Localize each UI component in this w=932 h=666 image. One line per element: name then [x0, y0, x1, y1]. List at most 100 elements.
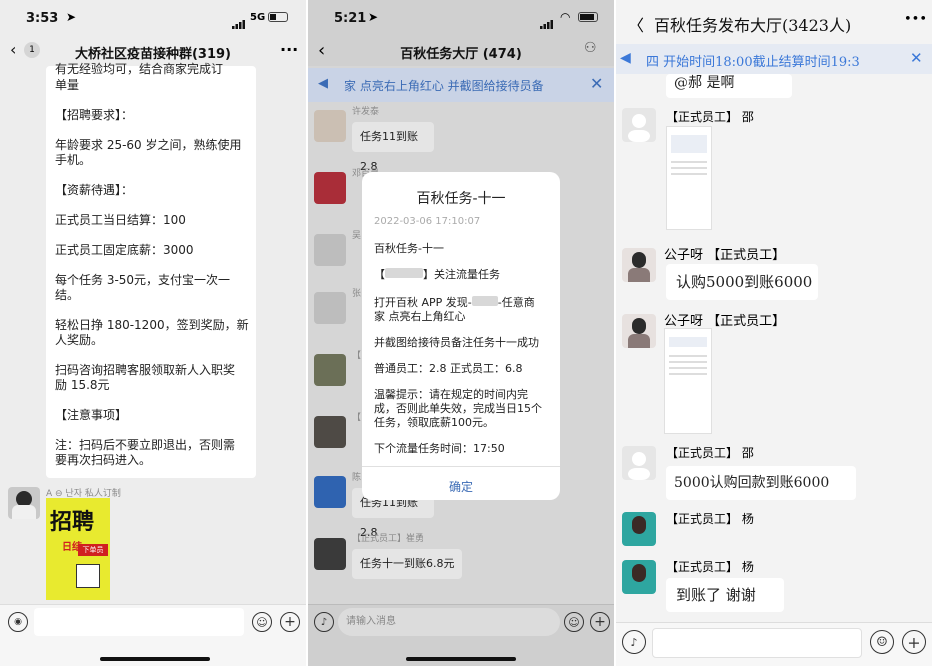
- text-line: 【注意事项】: [55, 408, 128, 422]
- avatar[interactable]: [622, 512, 656, 546]
- chat-title: 大桥社区疫苗接种群(319): [74, 47, 232, 62]
- wechat-group-screenshot: 3:53 ➤ 5G ‹ 1 大桥社区疫苗接种群(319) ··· 有无经验均可，…: [0, 0, 306, 666]
- avatar[interactable]: [314, 172, 346, 204]
- dialog-date: 2022-03-06 17:10:07: [374, 216, 481, 227]
- message-bubble: 任务十一到账6.8元: [352, 549, 462, 579]
- emoji-icon[interactable]: ☺: [870, 630, 894, 654]
- close-icon[interactable]: ✕: [910, 49, 923, 67]
- group-members-icon[interactable]: ⚇: [584, 40, 597, 56]
- plus-icon[interactable]: +: [280, 612, 300, 632]
- text-line: 正式员工当日结算：100: [55, 213, 186, 227]
- text-line: 注：扫码后不要立即退出，否则需: [55, 438, 236, 452]
- back-chevron-icon[interactable]: ‹: [10, 40, 16, 59]
- avatar[interactable]: [314, 476, 346, 508]
- dialog-line: 任务，领取底薪100元。: [374, 416, 494, 429]
- recruit-poster-image[interactable]: 招聘 日结 下单员: [46, 498, 110, 600]
- status-time: 3:53: [26, 11, 59, 26]
- text-line: 【资薪待遇】：: [55, 183, 134, 197]
- back-chevron-icon[interactable]: ‹: [318, 40, 325, 61]
- location-arrow-icon: ➤: [66, 10, 77, 24]
- sender-name: 【正式员工】 杨: [666, 560, 754, 574]
- dialog-title: 百秋任务-十一: [416, 191, 506, 207]
- avatar[interactable]: [622, 108, 656, 142]
- text-line: 要再次扫码进入。: [55, 453, 152, 467]
- microphone-icon[interactable]: ♪: [314, 612, 334, 632]
- avatar[interactable]: [622, 446, 656, 480]
- dialog-line: 百秋任务-十一: [374, 242, 444, 255]
- avatar[interactable]: [314, 538, 346, 570]
- notice-bar[interactable]: ◀ 家 点亮右上角红心 并截图给接待员备 ✕: [308, 68, 614, 102]
- battery-icon: [578, 12, 598, 22]
- plus-icon[interactable]: +: [902, 630, 926, 654]
- text-line: 【招聘要求】：: [55, 108, 134, 122]
- text-line: 手机。: [55, 153, 92, 167]
- voice-icon[interactable]: ◉: [8, 612, 28, 632]
- notice-bar[interactable]: ◀ 四 开始时间18:00截止结算时间19:3 ✕: [616, 44, 932, 74]
- message-bubble: 到账了 谢谢: [666, 578, 784, 612]
- text-line: 励 15.8元: [55, 378, 110, 392]
- battery-icon: [268, 12, 288, 22]
- speaker-icon: ◀: [620, 50, 631, 66]
- sender-name: 公子呀 【正式员工】: [664, 314, 786, 329]
- avatar[interactable]: [622, 314, 656, 348]
- recruitment-message-bubble: 有无经验均可，结合商家完成订 单量 【招聘要求】： 年龄要求 25-60 岁之间…: [46, 62, 256, 478]
- text-line: 单量: [55, 78, 80, 92]
- poster-headline: 招聘: [50, 510, 95, 535]
- qr-code-icon: [76, 564, 100, 588]
- more-icon[interactable]: ···: [280, 40, 298, 59]
- avatar[interactable]: [314, 110, 346, 142]
- notice-text: 家 点亮右上角红心 并截图给接待员备: [344, 79, 544, 93]
- plus-icon[interactable]: +: [590, 612, 610, 632]
- close-icon[interactable]: ✕: [590, 74, 603, 93]
- message-bubble: 5000认购回款到账6000: [666, 466, 856, 500]
- sender-name: 陈: [352, 473, 362, 483]
- avatar[interactable]: [314, 234, 346, 266]
- message-bubble: 任务11到账2.8: [352, 122, 434, 173]
- message-input[interactable]: [34, 608, 244, 636]
- dialog-line: 下个流量任务时间：17:50: [374, 442, 505, 455]
- back-icon[interactable]: 〈: [628, 12, 644, 36]
- sender-name: 【正式员工】 邵: [666, 110, 754, 124]
- text-line: 轻松日挣 180-1200，签到奖励，新: [55, 318, 249, 332]
- unread-count-badge[interactable]: 1: [24, 42, 40, 58]
- chat-title: 百秋任务大厅 (474): [400, 47, 522, 62]
- avatar[interactable]: [314, 354, 346, 386]
- divider: [362, 466, 560, 467]
- task-hall-screenshot: 5:21 ➤ ◠ ‹ 百秋任务大厅 (474) ⚇ ◀ 家 点亮右上角红心 并截…: [308, 0, 614, 666]
- emoji-icon[interactable]: ☺: [564, 612, 584, 632]
- message-input[interactable]: [652, 628, 862, 658]
- sender-name: 【: [352, 413, 362, 423]
- signal-icon: [232, 14, 246, 29]
- dialog-line: 家 点亮右上角红心: [374, 310, 466, 323]
- signal-icon: [540, 14, 554, 29]
- avatar[interactable]: [314, 416, 346, 448]
- publish-hall-screenshot: 〈 百秋任务发布大厅(3423人) ••• ◀ 四 开始时间18:00截止结算时…: [616, 0, 932, 666]
- screenshot-image[interactable]: [664, 328, 712, 434]
- sender-name: 【正式员工】 邵: [666, 446, 754, 460]
- avatar[interactable]: [314, 292, 346, 324]
- avatar[interactable]: [622, 248, 656, 282]
- sender-name: 公子呀 【正式员工】: [664, 248, 786, 263]
- sender-name: 吴: [352, 231, 362, 241]
- more-icon[interactable]: •••: [904, 12, 927, 27]
- confirm-button[interactable]: 确定: [362, 478, 560, 495]
- text-line: 每个任务 3-50元，支付宝一次一: [55, 273, 231, 287]
- screenshot-image[interactable]: [666, 126, 712, 230]
- emoji-icon[interactable]: ☺: [252, 612, 272, 632]
- text-line: 正式员工固定底薪：3000: [55, 243, 194, 257]
- microphone-icon[interactable]: ♪: [622, 630, 646, 654]
- avatar[interactable]: [8, 487, 40, 519]
- dialog-line: 【】关注流量任务: [374, 268, 500, 281]
- text-line: 人奖励。: [55, 333, 104, 347]
- dialog-line: 普通员工：2.8 正式员工：6.8: [374, 362, 523, 375]
- message-bubble: 认购5000到账6000: [666, 264, 818, 300]
- message-input[interactable]: 请输入消息: [338, 608, 560, 636]
- location-arrow-icon: ➤: [368, 10, 379, 24]
- sender-name: 许发泰: [352, 107, 380, 117]
- avatar[interactable]: [622, 560, 656, 594]
- notice-text: 四 开始时间18:00截止结算时间19:3: [646, 55, 860, 70]
- chat-title: 百秋任务发布大厅(3423人): [654, 16, 852, 35]
- text-line: 有无经验均可，结合商家完成订: [55, 62, 224, 76]
- dialog-line: 并截图给接待员备注任务十一成功: [374, 336, 539, 349]
- sender-name: 【正式员工】 杨: [666, 512, 754, 526]
